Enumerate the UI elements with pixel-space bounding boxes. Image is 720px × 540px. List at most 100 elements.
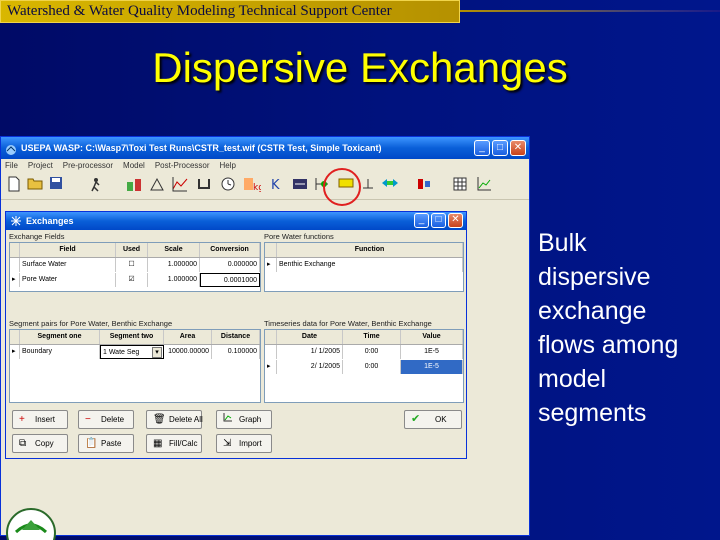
distance-value[interactable]: 0.100000 bbox=[212, 345, 260, 359]
flows-icon[interactable] bbox=[195, 176, 213, 194]
chevron-down-icon[interactable]: ▾ bbox=[152, 347, 162, 358]
date-value[interactable]: 1/ 1/2005 bbox=[277, 345, 343, 359]
segment-pairs-label: Segment pairs for Pore Water, Benthic Ex… bbox=[9, 319, 173, 328]
insert-button[interactable]: + Insert bbox=[12, 410, 68, 429]
conversion-value[interactable]: 0.000000 bbox=[200, 258, 260, 272]
slide-title: Dispersive Exchanges bbox=[152, 44, 568, 91]
system-icon[interactable] bbox=[125, 176, 143, 194]
col-area: Area bbox=[164, 330, 212, 344]
dispersion-icon[interactable] bbox=[359, 176, 377, 194]
time-value[interactable]: 0:00 bbox=[343, 345, 401, 359]
conversion-value[interactable]: 0.0001000 bbox=[200, 273, 260, 287]
timeseries-grid: Date Time Value 1/ 1/2005 0:00 1E-5 ▸ 2/… bbox=[264, 329, 464, 403]
trash-icon: 🗑 bbox=[153, 414, 166, 425]
segpairs-header-row: Segment one Segment two Area Distance bbox=[10, 330, 260, 345]
ok-button[interactable]: ✔ OK bbox=[404, 410, 462, 429]
col-segment-two: Segment two bbox=[100, 330, 164, 344]
bullet-line: model bbox=[538, 365, 607, 393]
field-name: Pore Water bbox=[20, 273, 116, 287]
segment-two-value: 1 Wate Seg bbox=[103, 349, 140, 356]
segment-one-value[interactable]: Boundary bbox=[20, 345, 100, 359]
exchanges-titlebar: Exchanges _ □ ✕ bbox=[6, 212, 466, 230]
menu-project[interactable]: Project bbox=[28, 159, 53, 173]
menu-bar: File Project Pre-processor Model Post-Pr… bbox=[1, 159, 529, 173]
calculator-icon: ▦ bbox=[153, 438, 163, 449]
agency-logo bbox=[4, 506, 58, 540]
status-bar bbox=[1, 493, 529, 501]
segments-icon[interactable] bbox=[291, 176, 309, 194]
wasp-main-window: USEPA WASP: C:\Wasp7\Toxi Test Runs\CSTR… bbox=[0, 136, 530, 536]
copy-button[interactable]: ⧉ Copy bbox=[12, 434, 68, 453]
bullet-line: flows among bbox=[538, 331, 679, 359]
bullet-line: segments bbox=[538, 399, 647, 427]
segment-pairs-grid: Segment one Segment two Area Distance ▸ … bbox=[9, 329, 261, 403]
run-icon[interactable] bbox=[87, 176, 105, 194]
svg-text:K: K bbox=[271, 178, 280, 192]
series-value[interactable]: 1E-5 bbox=[401, 345, 463, 359]
svg-text:kg: kg bbox=[253, 183, 261, 192]
time-value[interactable]: 0:00 bbox=[343, 360, 401, 374]
loads-icon[interactable]: kg bbox=[243, 176, 264, 194]
used-checkbox[interactable]: ☑ bbox=[116, 273, 148, 287]
delete-all-button[interactable]: 🗑 Delete All bbox=[146, 410, 203, 429]
menu-help[interactable]: Help bbox=[220, 159, 236, 173]
scale-value[interactable]: 1.000000 bbox=[148, 258, 200, 272]
constants-icon[interactable]: K bbox=[267, 176, 285, 194]
col-scale: Scale bbox=[148, 243, 200, 257]
fill-calc-button[interactable]: ▦ Fill/Calc bbox=[146, 434, 202, 453]
function-name: Benthic Exchange bbox=[277, 258, 463, 272]
transport-icon[interactable] bbox=[381, 176, 399, 194]
time-function-icon[interactable] bbox=[171, 176, 189, 194]
clipboard-icon: 📋 bbox=[85, 438, 98, 449]
area-value[interactable]: 10000.00000 bbox=[164, 345, 212, 359]
new-file-icon[interactable] bbox=[5, 176, 23, 194]
plus-icon: + bbox=[19, 414, 25, 425]
child-maximize-icon[interactable]: □ bbox=[431, 213, 446, 228]
open-folder-icon[interactable] bbox=[26, 176, 44, 194]
menu-postprocessor[interactable]: Post-Processor bbox=[155, 159, 210, 173]
close-icon[interactable]: ✕ bbox=[510, 140, 526, 156]
import-icon: ⇲ bbox=[223, 438, 232, 449]
col-field: Field bbox=[20, 243, 116, 257]
scale-value[interactable]: 1.000000 bbox=[148, 273, 200, 287]
bullet-line: exchange bbox=[538, 297, 647, 325]
fields-header-row: Field Used Scale Conversion bbox=[10, 243, 260, 258]
table-row[interactable]: ▸ Boundary 1 Wate Seg ▾ 10000.00000 0.10… bbox=[10, 345, 260, 359]
exchanges-window: Exchanges _ □ ✕ Exchange Fields Field Us… bbox=[5, 211, 467, 459]
table-row[interactable]: Surface Water ☐ 1.000000 0.000000 bbox=[10, 258, 260, 272]
grid-icon[interactable] bbox=[451, 176, 469, 194]
minimize-icon[interactable]: _ bbox=[474, 140, 490, 156]
functions-label: Pore Water functions bbox=[264, 232, 334, 241]
segment-two-select[interactable]: 1 Wate Seg ▾ bbox=[100, 345, 164, 359]
functions-header-row: Function bbox=[265, 243, 463, 258]
col-used: Used bbox=[116, 243, 148, 257]
col-value: Value bbox=[401, 330, 463, 344]
clock-icon[interactable] bbox=[219, 176, 237, 194]
table-row[interactable]: ▸ Benthic Exchange bbox=[265, 258, 463, 272]
exchange-fields-label: Exchange Fields bbox=[9, 232, 65, 241]
menu-preprocessor[interactable]: Pre-processor bbox=[63, 159, 113, 173]
date-value[interactable]: 2/ 1/2005 bbox=[277, 360, 343, 374]
maximize-icon[interactable]: □ bbox=[492, 140, 508, 156]
col-date: Date bbox=[277, 330, 343, 344]
child-minimize-icon[interactable]: _ bbox=[414, 213, 429, 228]
bullet-text: Bulk dispersive exchange flows among mod… bbox=[538, 226, 708, 430]
parameters-icon[interactable] bbox=[148, 176, 166, 194]
table-row[interactable]: ▸ 2/ 1/2005 0:00 1E-5 bbox=[265, 360, 463, 374]
table-row[interactable]: 1/ 1/2005 0:00 1E-5 bbox=[265, 345, 463, 359]
graph-icon[interactable] bbox=[475, 176, 493, 194]
delete-button[interactable]: − Delete bbox=[78, 410, 134, 429]
table-row[interactable]: ▸ Pore Water ☑ 1.000000 0.0001000 bbox=[10, 273, 260, 287]
series-value-selected[interactable]: 1E-5 bbox=[401, 360, 463, 374]
paste-button[interactable]: 📋 Paste bbox=[78, 434, 134, 453]
save-icon[interactable] bbox=[47, 176, 65, 194]
import-button[interactable]: ⇲ Import bbox=[216, 434, 272, 453]
col-distance: Distance bbox=[212, 330, 260, 344]
menu-file[interactable]: File bbox=[5, 159, 18, 173]
output-icon[interactable] bbox=[415, 176, 433, 194]
graph-button[interactable]: Graph bbox=[216, 410, 272, 429]
timeseries-label: Timeseries data for Pore Water, Benthic … bbox=[264, 319, 432, 328]
menu-model[interactable]: Model bbox=[123, 159, 145, 173]
child-close-icon[interactable]: ✕ bbox=[448, 213, 463, 228]
used-checkbox[interactable]: ☐ bbox=[116, 258, 148, 272]
